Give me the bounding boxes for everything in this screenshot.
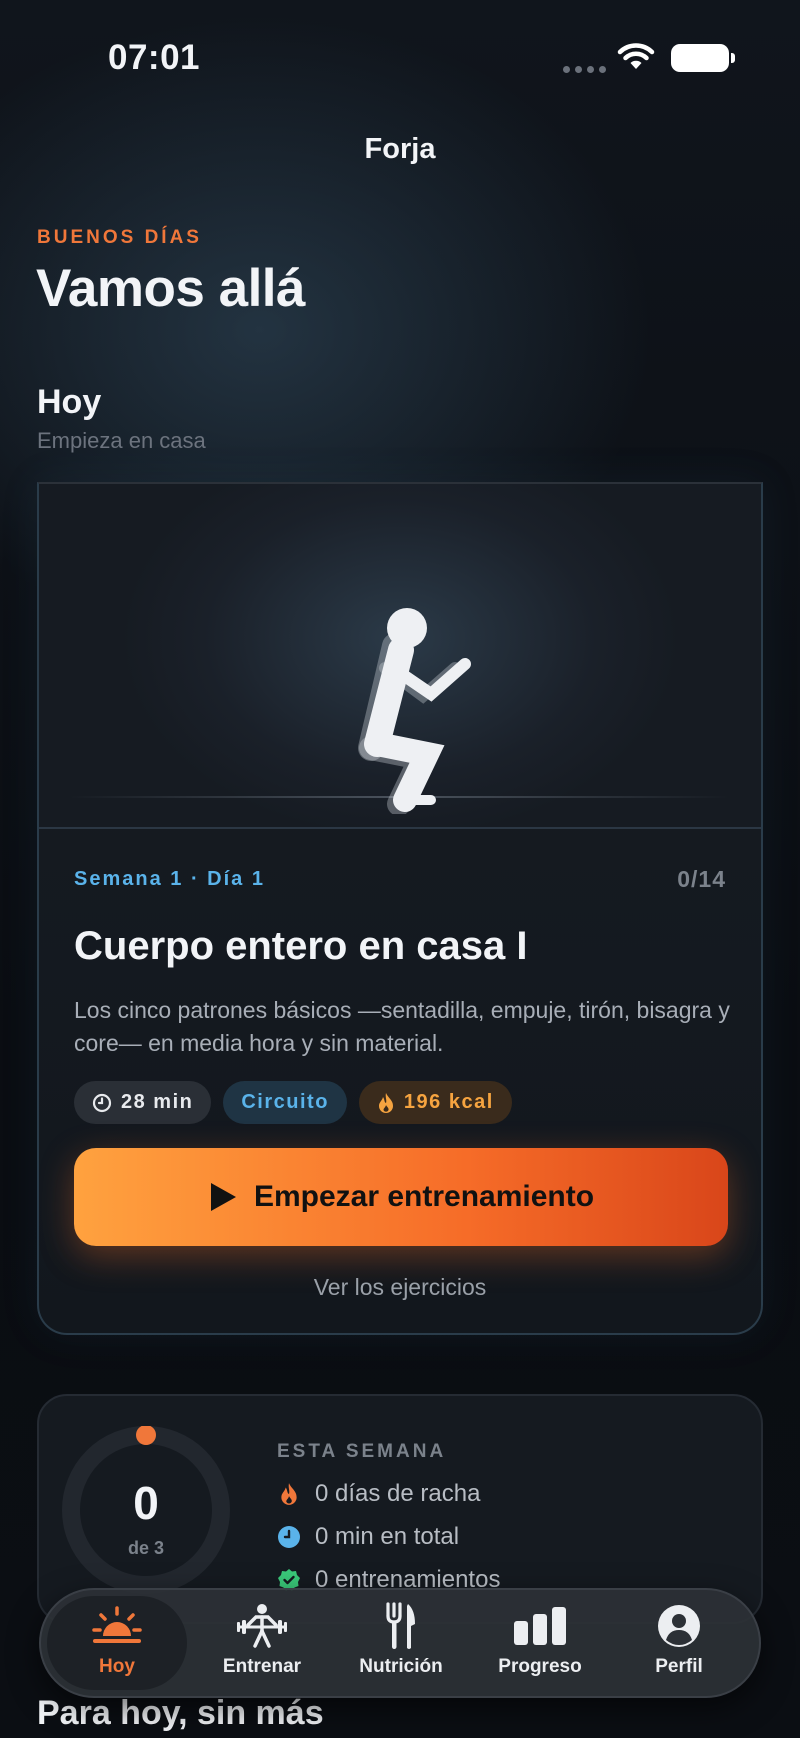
flame-icon [277,1482,301,1506]
workout-title: Cuerpo entero en casa I [74,924,528,968]
workout-description: Los cinco patrones básicos —sentadilla, … [74,997,730,1056]
workout-progress-count: 0/14 [677,866,726,892]
start-workout-label: Empezar entrenamiento [253,1180,595,1213]
tab-hoy-label: Hoy [99,1656,135,1677]
tab-entrenar-label: Entrenar [222,1656,302,1677]
tab-hoy[interactable]: Hoy [47,1596,187,1690]
ring-goal: de 3 [127,1538,165,1558]
tab-nutricion-label: Nutrición [359,1656,443,1677]
flame-icon [378,1092,393,1113]
clock-icon [277,1525,301,1549]
calories-label: 196 kcal [403,1091,494,1113]
workout-chips: 28 min Circuito 196 kcal [74,1081,512,1124]
sunrise-icon [90,1602,144,1650]
tab-entrenar[interactable]: Entrenar [192,1596,332,1690]
person-icon [657,1602,701,1650]
week-eyebrow: ESTA SEMANA [277,1441,447,1462]
streak-label: 0 días de racha [315,1480,481,1507]
today-subtitle: Empieza en casa [37,428,206,453]
greeting-title: Vamos allá [36,259,306,318]
squat-figure-illustration [358,608,471,814]
workout-card[interactable]: Semana 1 · Día 1 0/14 Cuerpo entero en c… [37,482,763,1335]
calories-chip: 196 kcal [358,1081,512,1124]
type-chip: Circuito [223,1081,347,1124]
tab-nutricion[interactable]: Nutrición [331,1596,471,1690]
tab-progreso-label: Progreso [498,1656,582,1677]
today-title: Hoy [37,383,102,421]
view-exercises-link[interactable]: Ver los ejercicios [39,1274,761,1301]
fork-knife-icon [384,1602,418,1650]
clock-icon [92,1093,112,1112]
tab-perfil[interactable]: Perfil [609,1596,749,1690]
duration-label: 28 min [121,1091,194,1113]
greeting-eyebrow: BUENOS DÍAS [37,227,202,248]
minutes-stat: 0 min en total [277,1523,459,1551]
workout-week-day: Semana 1 · Día 1 [74,868,265,890]
status-time: 07:01 [108,38,201,77]
start-workout-button[interactable]: Empezar entrenamiento [74,1148,728,1246]
tab-progreso[interactable]: Progreso [470,1596,610,1690]
tab-perfil-label: Perfil [655,1656,703,1677]
cellular-signal-icon [563,66,606,73]
status-bar: 07:01 [0,0,800,110]
bar-chart-icon [513,1602,567,1650]
next-section-title: Para hoy, sin más [37,1694,324,1732]
app-title: Forja [364,133,436,165]
streak-stat: 0 días de racha [277,1480,480,1508]
type-label: Circuito [241,1091,329,1113]
play-icon [210,1183,236,1211]
battery-icon [671,44,735,72]
wifi-icon [617,43,655,69]
tab-bar: Hoy Entrenar Nutrición Progreso Perfil [39,1588,761,1698]
minutes-label: 0 min en total [315,1523,460,1550]
duration-chip: 28 min [74,1081,212,1124]
weightlifter-icon [236,1602,288,1650]
workout-illustration [39,484,761,829]
ring-value: 0 [133,1477,159,1529]
